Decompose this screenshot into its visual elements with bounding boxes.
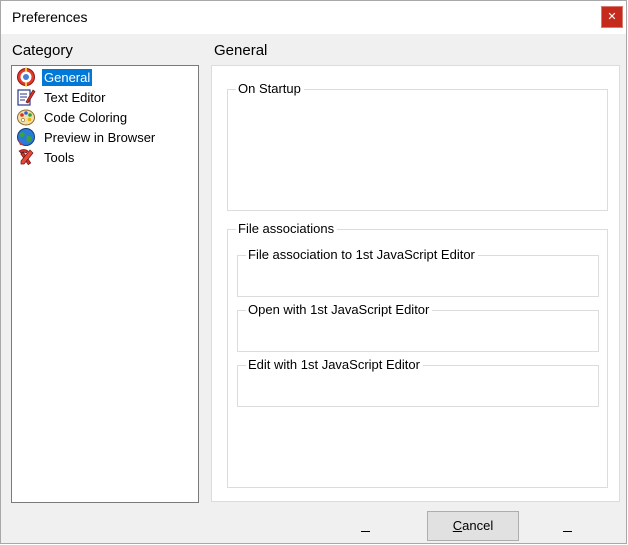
category-item-general[interactable]: General <box>12 67 198 87</box>
category-item-label: General <box>42 68 93 86</box>
group-legend: Open with 1st JavaScript Editor <box>246 302 433 318</box>
open-with-editor-group: Open with 1st JavaScript Editor <box>237 302 599 352</box>
category-item-code-coloring[interactable]: Code Coloring <box>12 107 198 127</box>
category-item-label: Tools <box>44 149 75 165</box>
cancel-label: ancel <box>462 518 494 533</box>
edit-with-editor-group: Edit with 1st JavaScript Editor <box>237 357 599 407</box>
file-association-editor-group: File association to 1st JavaScript Edito… <box>237 247 599 297</box>
hidden-button-right[interactable] <box>563 531 572 532</box>
palette-icon <box>17 109 35 126</box>
category-list[interactable]: General Text Editor Code Coloring Previe… <box>11 65 199 503</box>
category-item-label: Preview in Browser <box>44 129 156 145</box>
window-title: Preferences <box>12 9 88 25</box>
file-associations-legend: File associations <box>236 221 338 237</box>
close-icon: ✕ <box>607 11 617 23</box>
tools-icon <box>18 149 34 166</box>
category-item-label: Text Editor <box>44 89 106 105</box>
on-startup-legend: On Startup <box>236 81 304 97</box>
group-legend: Edit with 1st JavaScript Editor <box>246 357 423 373</box>
category-item-label: Code Coloring <box>44 109 128 125</box>
globe-icon <box>17 128 35 146</box>
category-item-text-editor[interactable]: Text Editor <box>12 87 198 107</box>
section-title: General <box>214 42 268 59</box>
cancel-accelerator: C <box>452 518 463 533</box>
category-item-tools[interactable]: Tools <box>12 147 198 167</box>
cancel-button[interactable]: Cancel <box>427 511 519 541</box>
general-panel: On Startup File associations File associ… <box>211 65 620 502</box>
on-startup-group: On Startup <box>227 81 608 211</box>
hidden-button-left[interactable] <box>361 531 370 532</box>
group-legend: File association to 1st JavaScript Edito… <box>246 247 478 263</box>
title-bar[interactable]: Preferences ✕ <box>1 1 626 34</box>
text-editor-icon <box>17 89 36 106</box>
category-item-preview-in-browser[interactable]: Preview in Browser <box>12 127 198 147</box>
general-settings-icon <box>17 67 35 87</box>
close-button[interactable]: ✕ <box>601 6 623 28</box>
category-label: Category <box>12 42 73 59</box>
preferences-window: Preferences ✕ Category General General T… <box>0 0 627 544</box>
file-associations-group: File associations File association to 1s… <box>227 221 608 488</box>
